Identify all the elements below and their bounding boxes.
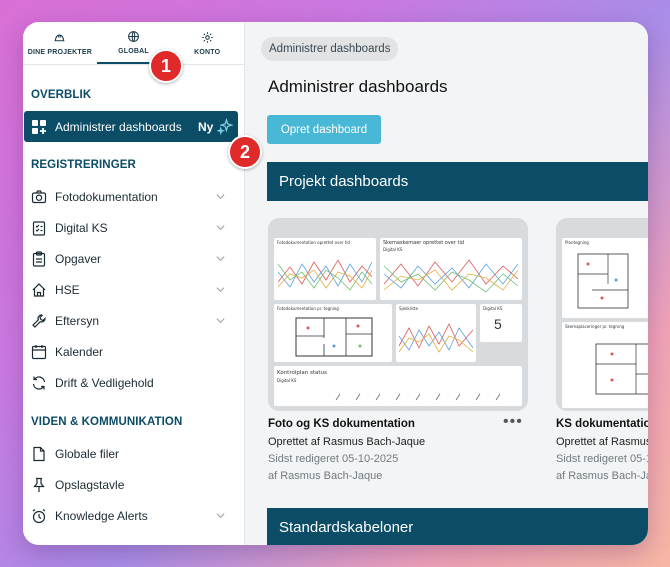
sidebar-item-administrer-dashboards[interactable]: Administrer dashboards Ny [24,111,238,142]
card-created-by: Oprettet af Rasmus Bach-Jaque [556,436,648,448]
sidebar-item-globale-filer[interactable]: Globale filer [23,438,245,469]
sidebar-item-hse[interactable]: HSE [23,274,245,305]
top-nav: DINE PROJEKTER GLOBAL KONTO [23,22,244,65]
tab-konto[interactable]: KONTO [170,22,244,64]
more-options-icon[interactable]: ••• [503,413,523,431]
step-marker-1: 1 [149,49,183,83]
new-badge: Ny [198,119,214,134]
chevron-down-icon [216,225,225,231]
sidebar-item-label: Administrer dashboards [55,119,182,134]
section-banner-standardskabeloner: Standardskabeloner [267,508,648,545]
chevron-down-icon [216,318,225,324]
step-marker-2: 2 [228,135,262,169]
sidebar-item-opgaver[interactable]: Opgaver [23,243,245,274]
gear-icon [201,31,213,43]
sidebar-item-opslagstavle[interactable]: Opslagstavle [23,469,245,500]
dashboard-card-thumbnail[interactable]: Plantegning Skemaplaceringer pr. tegning [556,218,648,411]
thumb-line-chart-2 [384,259,518,293]
thumb-widget-chart-3: Sjekkliste [396,304,476,362]
sidebar-item-eftersyn[interactable]: Eftersyn [23,305,245,336]
file-icon [33,446,45,461]
tab-dine-projekter[interactable]: DINE PROJEKTER [23,22,97,64]
refresh-icon [32,375,46,390]
dashboard-icon [32,119,46,134]
main-content: Administrer dashboards Administrer dashb… [245,22,648,545]
sidebar-item-drift-vedligehold[interactable]: Drift & Vedligehold [23,367,245,398]
create-dashboard-button[interactable]: Opret dashboard [267,115,381,144]
thumb-floorplan-2 [595,343,648,395]
sparkle-icon [217,118,234,135]
card-last-edited: Sidst redigeret 05-10-2025 [556,453,648,465]
dashboard-card-thumbnail[interactable]: Fotodokumentation oprettet over tid Skem… [268,218,528,411]
sidebar-item-fotodokumentation[interactable]: Fotodokumentation [23,181,245,212]
section-viden-kommunikation: VIDEN & KOMMUNIKATION [31,416,183,428]
thumb-widget-floorplan: Plantegning [562,238,648,318]
thumb-widget-line-chart-2: Skemaskemaer oprettet over tid Digital K… [380,238,522,300]
section-registreringer: REGISTRERINGER [31,159,136,171]
thumb-widget-floorplan: Fotodokumentation pr. tegning [274,304,392,362]
sidebar: DINE PROJEKTER GLOBAL KONTO OVERBLIK Adm… [23,22,245,545]
clipboard-icon [32,250,46,267]
thumb-floorplan [577,253,629,309]
thumb-status-marks [335,393,501,401]
hardhat-icon [54,34,65,41]
card-title[interactable]: Foto og KS dokumentation [268,418,415,430]
chevron-down-icon [216,256,225,262]
section-banner-projekt: Projekt dashboards [267,162,648,201]
thumb-line-chart-3 [399,323,473,353]
thumb-line-chart [278,259,372,291]
alarm-icon [32,508,46,523]
card-created-by: Oprettet af Rasmus Bach-Jaque [268,436,426,448]
page-title: Administrer dashboards [268,77,448,96]
camera-icon [31,189,47,203]
calendar-icon [31,344,47,359]
section-overview: OVERBLIK [31,89,92,101]
thumb-widget-floorplan-2: Skemaplaceringer pr. tegning [562,322,648,408]
app-window: DINE PROJEKTER GLOBAL KONTO OVERBLIK Adm… [23,22,648,545]
house-icon [32,282,46,297]
card-title[interactable]: KS dokumentation [556,418,648,430]
thumb-widget-status: Kontrolplan status Digital KS [274,366,522,406]
globe-icon [128,30,139,42]
sidebar-item-kalender[interactable]: Kalender [23,336,245,367]
card-last-edited: Sidst redigeret 05-10-2025 [268,453,399,465]
chevron-down-icon [216,287,225,293]
thumb-widget-line-chart: Fotodokumentation oprettet over tid [274,238,376,300]
chevron-down-icon [216,194,225,200]
pin-icon [33,477,45,492]
thumb-widget-number: Digital KS 5 [480,304,522,342]
checklist-icon [32,220,46,236]
sidebar-item-knowledge-alerts[interactable]: Knowledge Alerts [23,500,245,531]
chevron-down-icon [216,513,225,519]
sidebar-item-digital-ks[interactable]: Digital KS [23,212,245,243]
thumb-floorplan [295,317,373,357]
card-edited-by: af Rasmus Bach-Jaque [268,470,383,482]
breadcrumb[interactable]: Administrer dashboards [261,37,399,61]
wrench-icon [32,313,46,328]
card-edited-by: af Rasmus Bach-Jaque [556,470,648,482]
